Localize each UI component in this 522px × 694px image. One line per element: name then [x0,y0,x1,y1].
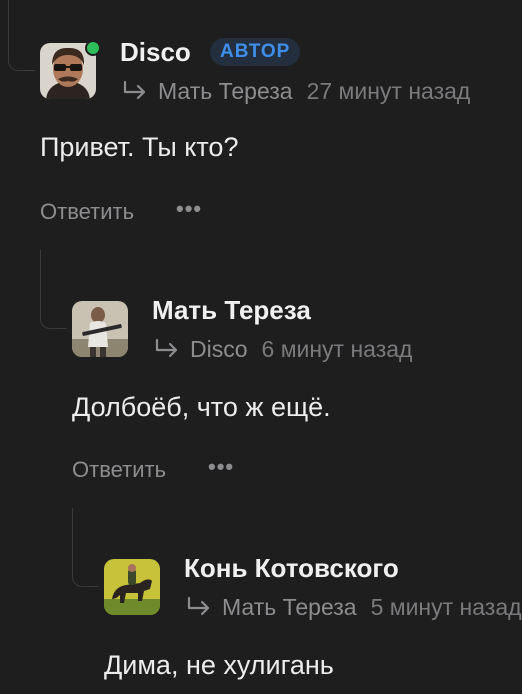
thread-line [40,250,67,329]
comment-meta: Мать Тереза 5 минут назад [186,594,522,621]
comment-author[interactable]: Конь Котовского [184,553,399,584]
comment-text: Привет. Ты кто? [40,132,239,162]
author-badge: АВТОР [210,38,301,66]
comment-text: Дима, не хулигань [104,650,334,680]
reply-arrow-icon [187,596,210,616]
comment-meta: Мать Тереза 27 минут назад [122,78,470,105]
reply-to-name[interactable]: Мать Тереза [158,78,293,104]
comment-time: 5 минут назад [370,594,522,620]
reply-button[interactable]: Ответить [40,199,134,225]
comment-author[interactable]: Мать Тереза [152,295,311,326]
reply-to-name[interactable]: Disco [190,336,248,362]
comment-time: 6 минут назад [261,336,413,362]
comment-meta: Disco 6 минут назад [154,336,412,363]
thread-line [72,508,99,587]
avatar[interactable] [72,301,128,357]
more-options-button[interactable]: ••• [176,196,202,222]
reply-button[interactable]: Ответить [72,457,166,483]
thread-line [8,0,35,71]
avatar-horse-rider-icon [104,559,160,615]
comment-time: 27 минут назад [306,78,471,104]
online-status-icon [85,40,101,56]
reply-to-name[interactable]: Мать Тереза [222,594,357,620]
comment-author[interactable]: Disco [120,37,191,68]
reply-arrow-icon [155,338,178,358]
avatar[interactable] [104,559,160,615]
comment-text: Долбоёб, что ж ещё. [72,392,331,422]
avatar-soldier-icon [72,301,128,357]
reply-arrow-icon [123,80,146,100]
more-options-button[interactable]: ••• [208,454,234,480]
